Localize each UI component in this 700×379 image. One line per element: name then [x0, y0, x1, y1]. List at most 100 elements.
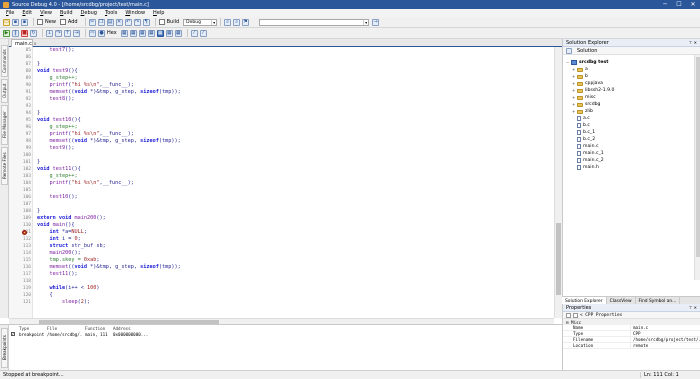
code-line[interactable]: 89 g_step++; [9, 75, 554, 82]
breakpoint-enabled-checkbox[interactable]: ✓ [11, 332, 15, 336]
code-line[interactable]: 110 void main(){ [9, 222, 554, 229]
threads-window-icon[interactable]: ▦ [174, 29, 182, 37]
commands-tab[interactable]: Commands [1, 45, 8, 77]
code-line[interactable]: 97 printf("hi %s\n",__func__); [9, 131, 554, 138]
code-line[interactable]: 93 [9, 103, 554, 110]
build-button[interactable]: Build [158, 19, 179, 25]
tree-item[interactable]: + b [572, 73, 588, 80]
step-into-icon[interactable]: ↓ [46, 29, 53, 37]
redo-icon[interactable]: ↷ [133, 18, 141, 26]
cut-icon[interactable]: ✂ [88, 18, 96, 26]
scrollbar-thumb[interactable] [696, 57, 700, 257]
memory-window-icon[interactable]: ▦ [147, 29, 155, 37]
tree-item[interactable]: b.c_2 [572, 136, 595, 143]
close-icon[interactable]: x [34, 41, 36, 46]
property-value[interactable]: main.c [631, 325, 700, 330]
column-header-type[interactable]: Type [17, 326, 45, 331]
code-line[interactable]: 121 sleep(2); [9, 299, 554, 306]
comment-icon[interactable]: ⁄ [190, 29, 198, 37]
configuration-select[interactable]: Debug ▾ [183, 18, 218, 26]
paste-icon[interactable]: ▤ [106, 18, 114, 26]
add-button[interactable]: Add [59, 19, 78, 25]
code-line[interactable]: 92 test8(); [9, 96, 554, 103]
editor-vertical-scrollbar[interactable] [554, 47, 562, 318]
menu-edit[interactable]: Edit [18, 10, 36, 16]
hex-toggle-button[interactable]: Hex [107, 30, 117, 36]
uncomment-icon[interactable]: ⁄ [199, 29, 207, 37]
tree-item[interactable]: main.c [572, 143, 598, 150]
show-next-statement-icon[interactable]: ⇨ [89, 29, 96, 37]
watch-window-icon[interactable]: ▦ [120, 29, 128, 37]
toggle-breakpoint-icon[interactable]: ● [98, 29, 105, 37]
code-line[interactable]: 91 memset((void *)&tmp, g_step, sizeof(t… [9, 89, 554, 96]
step-over-icon[interactable]: ↷ [55, 29, 62, 37]
code-line[interactable]: 112 int i = 0; [9, 236, 554, 243]
code-line[interactable]: 94} [9, 110, 554, 117]
menu-tools[interactable]: Tools [101, 10, 121, 16]
tree-item[interactable]: + a [572, 66, 588, 73]
paragraph-icon[interactable]: ¶ [142, 18, 150, 26]
code-line[interactable]: 106 test10(); [9, 194, 554, 201]
tree-item[interactable]: + zlib [572, 108, 593, 115]
undo-icon[interactable]: ↶ [124, 18, 132, 26]
breakpoints-tab[interactable]: Breakpoints [1, 328, 8, 368]
property-value[interactable]: remote [631, 343, 700, 348]
file-manager-tab[interactable]: File Manager [1, 105, 8, 145]
tree-item[interactable]: b.c [572, 122, 590, 129]
disassembly-window-icon[interactable]: ▦ [165, 29, 173, 37]
tree-item[interactable]: a.c [572, 115, 590, 122]
code-line[interactable]: 85 test7(); [9, 47, 554, 54]
tree-item[interactable]: + misc [572, 94, 596, 101]
code-line[interactable]: 109 extern void main200(); [9, 215, 554, 222]
call-stack-window-icon[interactable]: ▦ [156, 29, 164, 37]
property-row[interactable]: Location remote [563, 343, 700, 349]
pause-icon[interactable]: ‖ [12, 29, 19, 37]
properties-object[interactable]: < CPP Properties [580, 313, 622, 318]
column-header-address[interactable]: Address [111, 326, 171, 331]
delete-icon[interactable]: ✕ [115, 18, 123, 26]
tree-item[interactable]: + libssh2-1.9.0 [572, 87, 614, 94]
code-line[interactable]: 95 void test10(){ [9, 117, 554, 124]
stop-icon[interactable]: ■ [21, 29, 28, 37]
code-line[interactable]: 98 memset((void *)&tmp, g_step, sizeof(t… [9, 138, 554, 145]
property-value[interactable]: CPP [631, 331, 700, 336]
search-go-icon[interactable]: → [372, 18, 380, 26]
code-line[interactable]: 102 void test11(){ [9, 166, 554, 173]
table-row[interactable]: ✓ breakpoint /home/srcdbg/... main, 111 … [9, 331, 562, 337]
pin-close-icon[interactable]: ⊤ ✕ [689, 305, 697, 310]
bookmark-icon[interactable]: ⚑ [242, 18, 250, 26]
tree-item[interactable]: − srcdbg test [566, 59, 608, 66]
solution-explorer-scrollbar[interactable] [694, 55, 700, 280]
solution-label[interactable]: Solution [577, 48, 597, 54]
step-out-icon[interactable]: ↑ [64, 29, 71, 37]
find-icon[interactable]: ⌕ [224, 18, 232, 26]
menu-build[interactable]: Build [56, 10, 77, 16]
column-header-file[interactable]: File [45, 326, 83, 331]
search-combo[interactable]: ▾ [259, 18, 370, 26]
minimize-button[interactable]: ─ [658, 0, 672, 9]
code-line[interactable]: 99 test9(); [9, 145, 554, 152]
find-next-icon[interactable]: ⌕ [233, 18, 241, 26]
code-line[interactable]: 105 [9, 187, 554, 194]
code-line[interactable]: 114 main200(); [9, 250, 554, 257]
editor-tab-main-c[interactable]: main.c x [11, 39, 36, 47]
remote-files-tab[interactable]: Remote Files [1, 147, 8, 185]
code-line[interactable]: 103 g_step++; [9, 173, 554, 180]
run-icon[interactable]: ▶ [3, 29, 10, 37]
code-line[interactable]: 100 [9, 152, 554, 159]
code-line[interactable]: 116 memset((void *)&tmp, g_step, sizeof(… [9, 264, 554, 271]
code-line[interactable]: 88 void test9(){ [9, 68, 554, 75]
code-editor[interactable]: 85 test7(); 86 87} 88 void test9(){89 g_step… [9, 47, 562, 318]
scrollbar-thumb[interactable] [556, 223, 561, 295]
menu-debug[interactable]: Debug [77, 10, 101, 16]
copy-icon[interactable]: ❐ [97, 18, 105, 26]
code-line[interactable]: 119 while(i++ < 100) [9, 285, 554, 292]
code-line[interactable]: 108} [9, 208, 554, 215]
save-all-icon[interactable]: ▪ [21, 18, 28, 26]
alphabetical-icon[interactable] [573, 312, 578, 318]
output-tab[interactable]: Output [1, 79, 8, 103]
run-to-cursor-icon[interactable]: ⇥ [73, 29, 80, 37]
menu-help[interactable]: Help [149, 10, 168, 16]
code-line[interactable]: 86 [9, 54, 554, 61]
menu-file[interactable]: File [2, 10, 18, 16]
